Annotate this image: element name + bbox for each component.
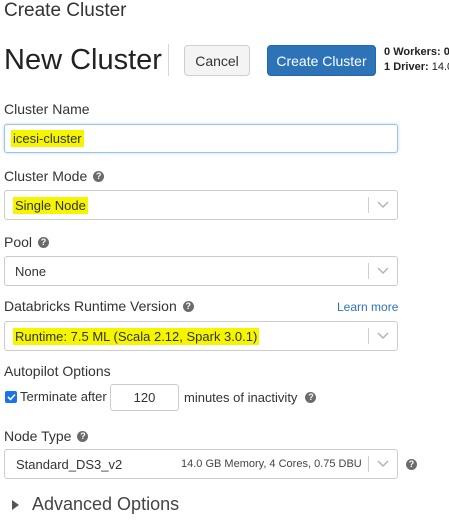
help-icon[interactable]: ?	[406, 459, 417, 470]
header-divider	[168, 44, 169, 76]
pool-select[interactable]: None	[4, 256, 398, 286]
terminate-label: Terminate after	[20, 389, 107, 404]
terminate-row: Terminate after	[5, 389, 107, 404]
page-heading: Create Cluster	[4, 0, 127, 21]
help-icon[interactable]: ?	[182, 300, 194, 312]
cluster-mode-select[interactable]: Single Node	[4, 190, 398, 220]
cluster-mode-value: Single Node	[13, 196, 88, 214]
node-type-value: Standard_DS3_v2	[16, 456, 123, 472]
help-icon[interactable]: ?	[38, 236, 50, 248]
caret-right-icon	[12, 499, 19, 510]
driver-label: Driver:	[393, 61, 429, 73]
help-icon[interactable]: ?	[305, 392, 317, 403]
cluster-name-value: icesi-cluster	[11, 130, 84, 147]
learn-more-link[interactable]: Learn more	[337, 300, 398, 314]
chevron-down-icon	[368, 456, 397, 472]
node-type-details: 14.0 GB Memory, 4 Cores, 0.75 DBU	[181, 458, 362, 470]
terminate-minutes-input[interactable]: 120	[110, 384, 179, 411]
runtime-label: Databricks Runtime Version ?	[4, 298, 194, 314]
autopilot-label: Autopilot Options	[4, 363, 111, 379]
chevron-down-icon	[368, 328, 397, 344]
runtime-select[interactable]: Runtime: 7.5 ML (Scala 2.12, Spark 3.0.1…	[4, 321, 398, 351]
page-title: New Cluster	[4, 44, 162, 76]
terminate-checkbox[interactable]	[5, 390, 17, 403]
runtime-value: Runtime: 7.5 ML (Scala 2.12, Spark 3.0.1…	[13, 327, 260, 345]
cluster-summary: 0 Workers: 0 1 Driver: 14.0	[384, 45, 449, 75]
create-cluster-button[interactable]: Create Cluster	[267, 45, 376, 76]
advanced-options-label: Advanced Options	[32, 494, 180, 514]
minutes-suffix: minutes of inactivity	[184, 390, 298, 405]
node-type-label: Node Type ?	[4, 428, 89, 444]
cluster-mode-label: Cluster Mode ?	[4, 168, 105, 184]
chevron-down-icon	[368, 197, 397, 213]
driver-value: 14.0	[431, 61, 449, 73]
minutes-suffix-row: minutes of inactivity ?	[184, 390, 317, 405]
workers-count: 0	[384, 46, 391, 58]
workers-label: Workers:	[393, 46, 441, 58]
cancel-button[interactable]: Cancel	[184, 45, 250, 76]
driver-count: 1	[384, 61, 391, 73]
node-type-select[interactable]: Standard_DS3_v2 14.0 GB Memory, 4 Cores,…	[4, 449, 398, 479]
cluster-name-input[interactable]: icesi-cluster	[4, 124, 398, 153]
help-icon[interactable]: ?	[93, 170, 105, 182]
pool-label: Pool ?	[4, 234, 50, 250]
advanced-options-toggle[interactable]: Advanced Options	[12, 494, 179, 515]
pool-value: None	[15, 263, 47, 279]
chevron-down-icon	[368, 263, 397, 279]
workers-value: 0	[443, 46, 449, 58]
help-icon[interactable]: ?	[77, 430, 89, 442]
cluster-name-label: Cluster Name	[4, 101, 90, 117]
